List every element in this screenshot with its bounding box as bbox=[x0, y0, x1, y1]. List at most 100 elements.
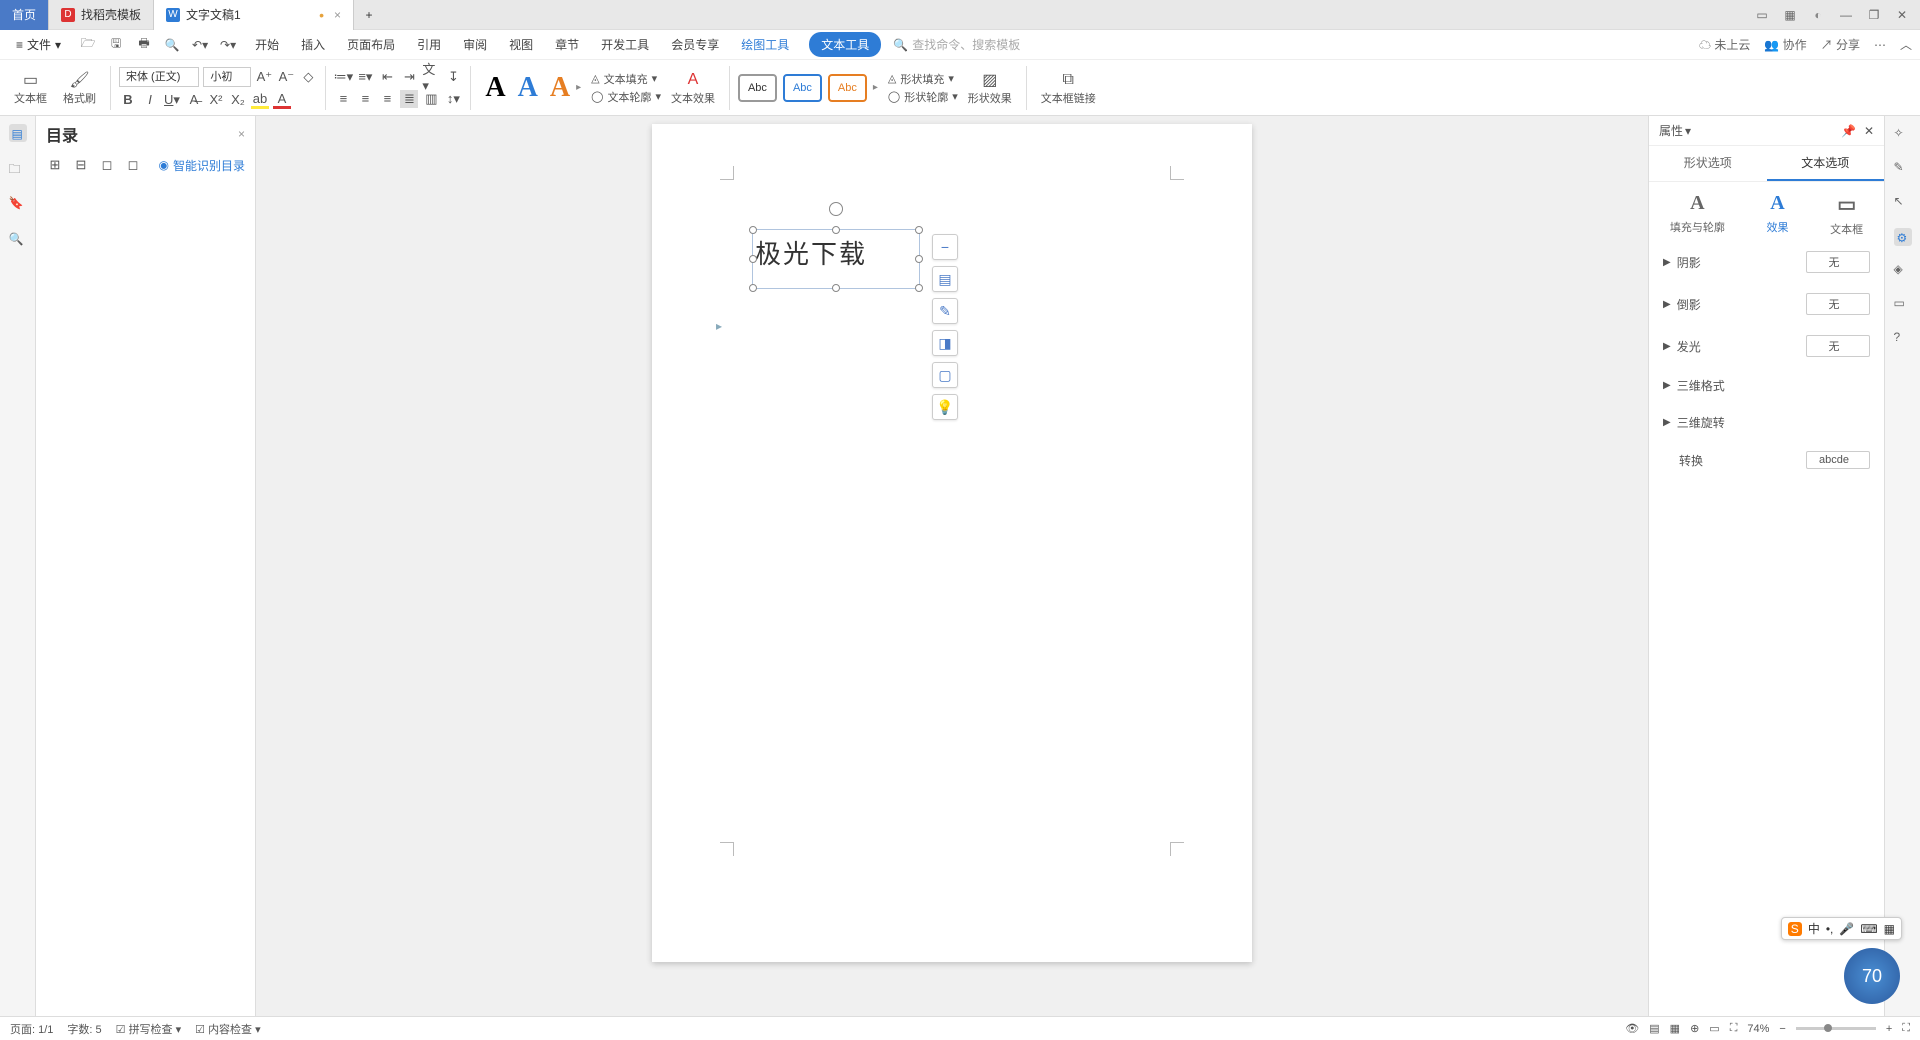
strike-icon[interactable]: A̶ bbox=[185, 91, 203, 109]
resize-handle[interactable] bbox=[749, 226, 757, 234]
status-page[interactable]: 页面: 1/1 bbox=[10, 1021, 53, 1037]
undo-icon[interactable]: ↶▾ bbox=[191, 36, 209, 54]
align-left-icon[interactable]: ≡ bbox=[334, 90, 352, 108]
rr-layer-icon[interactable]: ◈ bbox=[1894, 262, 1912, 280]
tab-home[interactable]: 首页 bbox=[0, 0, 49, 30]
open-icon[interactable]: 🗁 bbox=[79, 36, 97, 54]
menu-reference[interactable]: 引用 bbox=[415, 32, 443, 57]
align-justify-icon[interactable]: ≣ bbox=[400, 90, 418, 108]
status-content[interactable]: ☑ 内容检查 ▾ bbox=[195, 1021, 261, 1037]
menu-draw-tool[interactable]: 绘图工具 bbox=[739, 32, 791, 57]
sort-icon[interactable]: ↧ bbox=[444, 68, 462, 86]
transform-select[interactable]: abcde bbox=[1806, 451, 1870, 469]
coop-button[interactable]: 👥 协作 bbox=[1764, 36, 1806, 53]
bullet-list-icon[interactable]: ≔▾ bbox=[334, 68, 352, 86]
row-3d-format[interactable]: ▶三维格式 bbox=[1649, 367, 1884, 404]
menu-text-tool[interactable]: 文本工具 bbox=[809, 32, 881, 57]
menu-view[interactable]: 视图 bbox=[507, 32, 535, 57]
menu-review[interactable]: 审阅 bbox=[461, 32, 489, 57]
menu-dev[interactable]: 开发工具 bbox=[599, 32, 651, 57]
cloud-status[interactable]: ☁ 未上云 bbox=[1699, 36, 1750, 53]
menu-file[interactable]: ≡ 文件 ▾ bbox=[8, 32, 69, 57]
superscript-icon[interactable]: X² bbox=[207, 91, 225, 109]
preview-icon[interactable]: 🔍 bbox=[163, 36, 181, 54]
text-style-3[interactable]: A bbox=[544, 72, 576, 104]
close-tab-icon[interactable]: × bbox=[334, 8, 341, 22]
text-effect-button[interactable]: A文本效果 bbox=[665, 63, 721, 113]
status-words[interactable]: 字数: 5 bbox=[67, 1021, 101, 1037]
redo-icon[interactable]: ↷▾ bbox=[219, 36, 237, 54]
status-eye-icon[interactable]: 👁 bbox=[1625, 1022, 1639, 1035]
panel-close-icon[interactable]: ✕ bbox=[1864, 124, 1874, 138]
shrink-font-icon[interactable]: A⁻ bbox=[277, 68, 295, 86]
row-3d-rotate[interactable]: ▶三维旋转 bbox=[1649, 404, 1884, 441]
more-icon[interactable]: ⋯ bbox=[1874, 38, 1886, 52]
shape-outline-button[interactable]: ◯ 形状轮廓▾ bbox=[888, 89, 958, 105]
highlight-icon[interactable]: ab bbox=[251, 91, 269, 109]
zoom-in-icon[interactable]: + bbox=[1886, 1023, 1892, 1035]
resize-handle[interactable] bbox=[915, 284, 923, 292]
outdent-icon[interactable]: ⇤ bbox=[378, 68, 396, 86]
row-glow[interactable]: ▶发光无 bbox=[1649, 325, 1884, 367]
toc-icon[interactable]: ▤ bbox=[9, 124, 27, 142]
shape-fill-button[interactable]: ◬ 形状填充▾ bbox=[888, 71, 958, 87]
float-fill-icon[interactable]: ◨ bbox=[932, 330, 958, 356]
shape-preset-1[interactable]: Abc bbox=[738, 74, 777, 102]
text-style-2[interactable]: A bbox=[512, 72, 544, 104]
rr-book-icon[interactable]: ▭ bbox=[1894, 296, 1912, 314]
view-page-icon[interactable]: ▤ bbox=[1649, 1022, 1659, 1035]
font-size-select[interactable]: 小初 bbox=[203, 67, 251, 87]
tab-document[interactable]: W 文字文稿1 • × bbox=[154, 0, 354, 30]
row-shadow[interactable]: ▶阴影无 bbox=[1649, 241, 1884, 283]
textbox-text[interactable]: 极光下载 bbox=[753, 230, 919, 275]
grid-icon[interactable]: ▦ bbox=[1782, 7, 1798, 23]
line-spacing-icon[interactable]: ↕▾ bbox=[444, 90, 462, 108]
float-edit-icon[interactable]: ✎ bbox=[932, 298, 958, 324]
view-web-icon[interactable]: ⊕ bbox=[1690, 1022, 1699, 1035]
rr-help-icon[interactable]: ? bbox=[1894, 330, 1912, 348]
view-read-icon[interactable]: ▭ bbox=[1709, 1022, 1719, 1035]
clear-format-icon[interactable]: ◇ bbox=[299, 68, 317, 86]
toc-auto-detect[interactable]: ◉ 智能识别目录 bbox=[159, 157, 246, 174]
rr-edit-icon[interactable]: ✎ bbox=[1894, 160, 1912, 178]
bold-icon[interactable]: B bbox=[119, 91, 137, 109]
menu-layout[interactable]: 页面布局 bbox=[345, 32, 397, 57]
tab-shape-options[interactable]: 形状选项 bbox=[1649, 146, 1767, 181]
text-dir-icon[interactable]: 文▾ bbox=[422, 68, 440, 86]
zoom-out-icon[interactable]: − bbox=[1779, 1023, 1785, 1035]
rr-style-icon[interactable]: ✧ bbox=[1894, 126, 1912, 144]
resize-handle[interactable] bbox=[915, 255, 923, 263]
ime-mic-icon[interactable]: 🎤 bbox=[1839, 922, 1854, 936]
menu-start[interactable]: 开始 bbox=[253, 32, 281, 57]
align-right-icon[interactable]: ≡ bbox=[378, 90, 396, 108]
row-reflect[interactable]: ▶倒影无 bbox=[1649, 283, 1884, 325]
underline-icon[interactable]: U▾ bbox=[163, 91, 181, 109]
font-color-icon[interactable]: A bbox=[273, 91, 291, 109]
new-tab-button[interactable]: + bbox=[354, 0, 384, 30]
align-dist-icon[interactable]: ▥ bbox=[422, 90, 440, 108]
status-spell[interactable]: ☑ 拼写检查 ▾ bbox=[116, 1021, 182, 1037]
rotate-handle[interactable] bbox=[829, 202, 843, 216]
glow-select[interactable]: 无 bbox=[1806, 335, 1870, 357]
ime-menu-icon[interactable]: ▦ bbox=[1884, 922, 1895, 936]
text-link-button[interactable]: ⧉文本框链接 bbox=[1035, 63, 1102, 113]
bookmark-icon[interactable]: 🔖 bbox=[9, 196, 27, 214]
resize-handle[interactable] bbox=[749, 284, 757, 292]
tab-template[interactable]: D 找稻壳模板 bbox=[49, 0, 154, 30]
menu-section[interactable]: 章节 bbox=[553, 32, 581, 57]
shape-effect-button[interactable]: ▨形状效果 bbox=[962, 63, 1018, 113]
layout-icon[interactable]: ▭ bbox=[1754, 7, 1770, 23]
toc-expand-icon[interactable]: ⊞ bbox=[46, 156, 64, 174]
panel-pin-icon[interactable]: 📌 bbox=[1841, 124, 1856, 138]
format-brush-button[interactable]: 🖌格式刷 bbox=[57, 63, 102, 113]
toc-opt1-icon[interactable]: ◻ bbox=[98, 156, 116, 174]
command-search[interactable]: 🔍 查找命令、搜索模板 bbox=[893, 36, 1020, 53]
ime-toolbar[interactable]: S 中 •, 🎤 ⌨ ▦ bbox=[1781, 917, 1902, 940]
zoom-fit-icon[interactable]: ⛶ bbox=[1730, 1022, 1738, 1035]
text-outline-button[interactable]: ◯ 文本轮廓▾ bbox=[591, 89, 661, 105]
collapse-ribbon-icon[interactable]: ︿ bbox=[1900, 36, 1912, 53]
subtab-textbox[interactable]: ▭文本框 bbox=[1830, 192, 1863, 237]
number-list-icon[interactable]: ≡▾ bbox=[356, 68, 374, 86]
selected-textbox[interactable]: 极光下载 bbox=[752, 229, 920, 289]
network-widget[interactable]: 70 bbox=[1790, 944, 1900, 1004]
